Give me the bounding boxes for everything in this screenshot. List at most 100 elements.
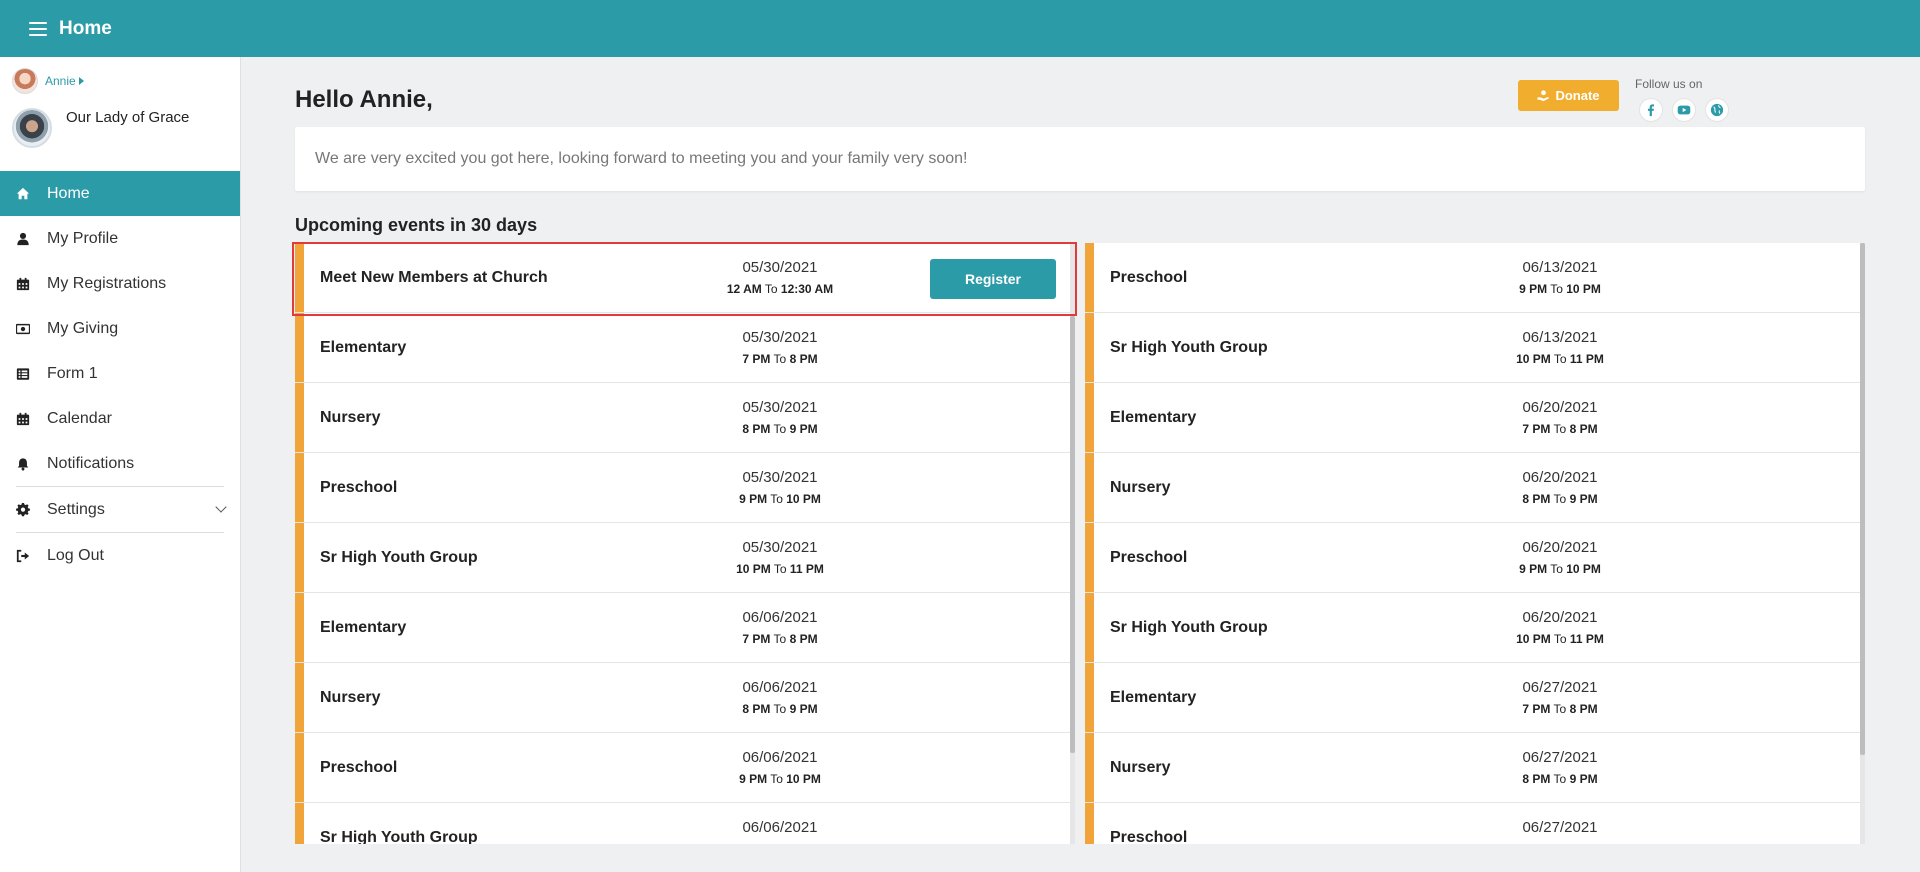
- event-date: 05/30/2021: [742, 469, 818, 486]
- event-end: 9 PM: [789, 702, 818, 716]
- events-list-right: Preschool 06/13/2021 9 PM To 10 PM Sr Hi…: [1085, 243, 1865, 844]
- sidebar-item-label: Form 1: [47, 364, 98, 382]
- event-row: Sr High Youth Group 06/06/2021: [295, 803, 1072, 844]
- event-to: To: [773, 422, 787, 436]
- gear-icon: [16, 502, 30, 517]
- calendar-icon: [16, 277, 30, 291]
- greeting-heading: Hello Annie,: [295, 86, 433, 113]
- event-end: 11 PM: [789, 562, 824, 576]
- event-name: Sr High Youth Group: [1110, 339, 1268, 356]
- event-to: To: [773, 632, 787, 646]
- event-time: 9 PM To 10 PM: [1480, 282, 1640, 296]
- event-end: 10 PM: [1566, 562, 1601, 576]
- left-scrollbar[interactable]: [1070, 243, 1075, 844]
- event-accent-bar: [295, 243, 304, 312]
- event-row: Sr High Youth Group 05/30/2021 10 PM To …: [295, 523, 1072, 593]
- sidebar-item-home[interactable]: Home: [0, 171, 240, 216]
- event-date: 05/30/2021: [742, 399, 818, 416]
- facebook-icon[interactable]: [1639, 98, 1663, 122]
- youtube-icon[interactable]: [1672, 98, 1696, 122]
- event-time: 12 AM To 12:30 AM: [700, 282, 860, 296]
- event-to: To: [773, 702, 787, 716]
- event-accent-bar: [295, 453, 304, 522]
- sidebar: Annie Our Lady of Grace Home My Profile …: [0, 57, 241, 872]
- event-start: 7 PM: [1522, 422, 1551, 436]
- money-icon: [16, 322, 30, 336]
- event-end: 8 PM: [789, 352, 818, 366]
- sidebar-item-settings[interactable]: Settings: [0, 487, 240, 532]
- home-icon: [16, 187, 30, 201]
- event-accent-bar: [1085, 803, 1094, 844]
- event-name: Nursery: [320, 689, 381, 706]
- donate-button[interactable]: Donate: [1518, 80, 1619, 111]
- event-start: 8 PM: [742, 702, 771, 716]
- user-icon: [16, 232, 30, 246]
- scrollbar-thumb[interactable]: [1070, 316, 1075, 753]
- event-accent-bar: [295, 733, 304, 802]
- event-to: To: [1553, 702, 1567, 716]
- event-accent-bar: [295, 523, 304, 592]
- event-name: Nursery: [320, 409, 381, 426]
- event-date: 06/06/2021: [742, 749, 818, 766]
- sidebar-item-label: My Profile: [47, 229, 119, 247]
- event-row: Elementary 05/30/2021 7 PM To 8 PM: [295, 313, 1072, 383]
- event-time: 7 PM To 8 PM: [700, 352, 860, 366]
- sidebar-item-label: My Registrations: [47, 274, 167, 292]
- donate-label: Donate: [1555, 88, 1600, 103]
- event-accent-bar: [295, 663, 304, 732]
- event-to: To: [1553, 632, 1567, 646]
- event-accent-bar: [295, 313, 304, 382]
- event-to: To: [1553, 422, 1567, 436]
- event-name: Elementary: [320, 339, 407, 356]
- event-time: 9 PM To 10 PM: [1480, 562, 1640, 576]
- sidebar-item-my-profile[interactable]: My Profile: [0, 216, 240, 261]
- hamburger-icon[interactable]: [29, 18, 47, 40]
- sidebar-item-label: Calendar: [47, 409, 112, 427]
- user-menu[interactable]: Annie: [0, 57, 240, 105]
- events-section-title: Upcoming events in 30 days: [295, 215, 538, 235]
- event-name: Sr High Youth Group: [1110, 619, 1268, 636]
- right-scrollbar[interactable]: [1860, 243, 1865, 844]
- event-time: 7 PM To 8 PM: [1480, 702, 1640, 716]
- sidebar-item-notifications[interactable]: Notifications: [0, 441, 240, 486]
- chevron-down-icon[interactable]: [215, 501, 227, 513]
- event-date: 05/30/2021: [742, 329, 818, 346]
- event-date: 06/06/2021: [742, 679, 818, 696]
- event-start: 10 PM: [736, 562, 771, 576]
- event-name: Nursery: [1110, 479, 1171, 496]
- event-start: 10 PM: [1516, 352, 1551, 366]
- event-name: Elementary: [1110, 689, 1197, 706]
- event-accent-bar: [1085, 453, 1094, 522]
- event-end: 9 PM: [1569, 772, 1598, 786]
- sidebar-item-my-giving[interactable]: My Giving: [0, 306, 240, 351]
- event-end: 8 PM: [1569, 422, 1598, 436]
- event-accent-bar: [1085, 663, 1094, 732]
- event-accent-bar: [1085, 733, 1094, 802]
- sidebar-item-calendar[interactable]: Calendar: [0, 396, 240, 441]
- sidebar-item-label: Settings: [47, 500, 105, 518]
- event-time: 8 PM To 9 PM: [1480, 772, 1640, 786]
- sidebar-item-my-registrations[interactable]: My Registrations: [0, 261, 240, 306]
- event-end: 8 PM: [789, 632, 818, 646]
- user-name[interactable]: Annie: [45, 74, 76, 88]
- event-end: 10 PM: [786, 492, 821, 506]
- event-name: Sr High Youth Group: [320, 829, 478, 844]
- event-name: Meet New Members at Church: [320, 269, 548, 286]
- event-start: 7 PM: [742, 352, 771, 366]
- sidebar-item-label: Log Out: [47, 546, 104, 564]
- event-row: Nursery 06/27/2021 8 PM To 9 PM: [1085, 733, 1865, 803]
- event-accent-bar: [295, 593, 304, 662]
- event-start: 8 PM: [1522, 772, 1551, 786]
- sidebar-item-form-1[interactable]: Form 1: [0, 351, 240, 396]
- scrollbar-thumb[interactable]: [1860, 243, 1865, 755]
- event-accent-bar: [1085, 243, 1094, 312]
- event-accent-bar: [1085, 383, 1094, 452]
- event-end: 12:30 AM: [780, 282, 834, 296]
- register-button[interactable]: Register: [930, 259, 1056, 299]
- event-date: 06/20/2021: [1522, 609, 1598, 626]
- globe-icon[interactable]: [1705, 98, 1729, 122]
- event-start: 8 PM: [742, 422, 771, 436]
- event-time: 10 PM To 11 PM: [1480, 352, 1640, 366]
- event-end: 9 PM: [789, 422, 818, 436]
- sidebar-item-log-out[interactable]: Log Out: [0, 533, 240, 578]
